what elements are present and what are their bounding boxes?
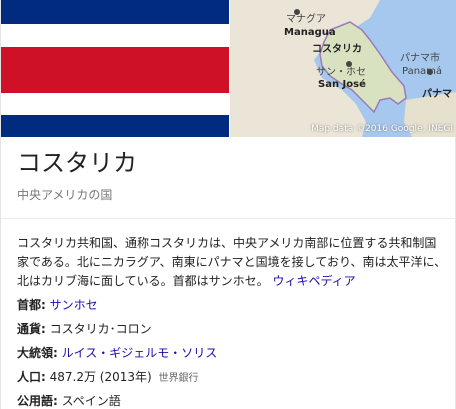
fact-population: 人口: 487.2万 (2013年) 世界銀行 xyxy=(17,368,447,392)
fact-value-capital-link[interactable]: サンホセ xyxy=(50,298,98,312)
fact-source-population: 世界銀行 xyxy=(158,373,199,384)
fact-value-currency: コスタリカ･コロン xyxy=(49,322,152,336)
divider xyxy=(1,218,456,219)
fact-value-language: スペイン語 xyxy=(61,394,121,408)
map-label-san-jose-jp: サン・ホセ xyxy=(316,67,366,78)
map-label-managua-en: Managua xyxy=(284,27,336,38)
description: コスタリカ共和国、通称コスタリカは、中央アメリカ南部に位置する共和制国家である。… xyxy=(17,234,447,291)
map-label-costa-rica: コスタリカ xyxy=(312,44,362,55)
fact-label-capital: 首都: xyxy=(17,298,46,312)
map-label-san-jose-en: San José xyxy=(318,79,366,90)
costa-rica-map[interactable]: マナグア Managua コスタリカ サン・ホセ San José パナマ市 P… xyxy=(230,0,456,137)
fact-capital: 首都: サンホセ xyxy=(17,296,447,320)
map-label-managua-jp: マナグア xyxy=(286,14,326,25)
map-label-panama-city-en: Panamá xyxy=(402,66,443,77)
description-text: コスタリカ共和国、通称コスタリカは、中央アメリカ南部に位置する共和制国家である。… xyxy=(17,236,447,288)
wikipedia-link[interactable]: ウィキペディア xyxy=(272,274,355,288)
knowledge-panel: マナグア Managua コスタリカ サン・ホセ San José パナマ市 P… xyxy=(0,0,456,409)
entity-title: コスタリカ xyxy=(17,149,137,177)
fact-language: 公用語: スペイン語 xyxy=(17,392,447,409)
fact-value-president-link[interactable]: ルイス・ギジェルモ・ソリス xyxy=(62,346,218,360)
fact-value-population: 487.2万 (2013年) xyxy=(49,370,152,384)
fact-label-population: 人口: xyxy=(17,370,46,384)
costa-rica-flag-image[interactable] xyxy=(1,0,229,137)
fact-label-language: 公用語: xyxy=(17,394,58,408)
facts-list: 首都: サンホセ 通貨: コスタリカ･コロン 大統領: ルイス・ギジェルモ・ソリ… xyxy=(17,296,447,409)
fact-president: 大統領: ルイス・ギジェルモ・ソリス xyxy=(17,344,447,368)
map-credit: Map data ©2016 Google, INEGI xyxy=(311,124,453,134)
fact-label-currency: 通貨: xyxy=(17,322,46,336)
fact-label-president: 大統領: xyxy=(17,346,58,360)
map-label-panama-country: パナマ xyxy=(422,89,452,100)
fact-currency: 通貨: コスタリカ･コロン xyxy=(17,320,447,344)
map-label-panama-city-jp: パナマ市 xyxy=(400,53,440,64)
entity-subtitle: 中央アメリカの国 xyxy=(17,188,113,202)
media-strip: マナグア Managua コスタリカ サン・ホセ San José パナマ市 P… xyxy=(1,0,456,137)
